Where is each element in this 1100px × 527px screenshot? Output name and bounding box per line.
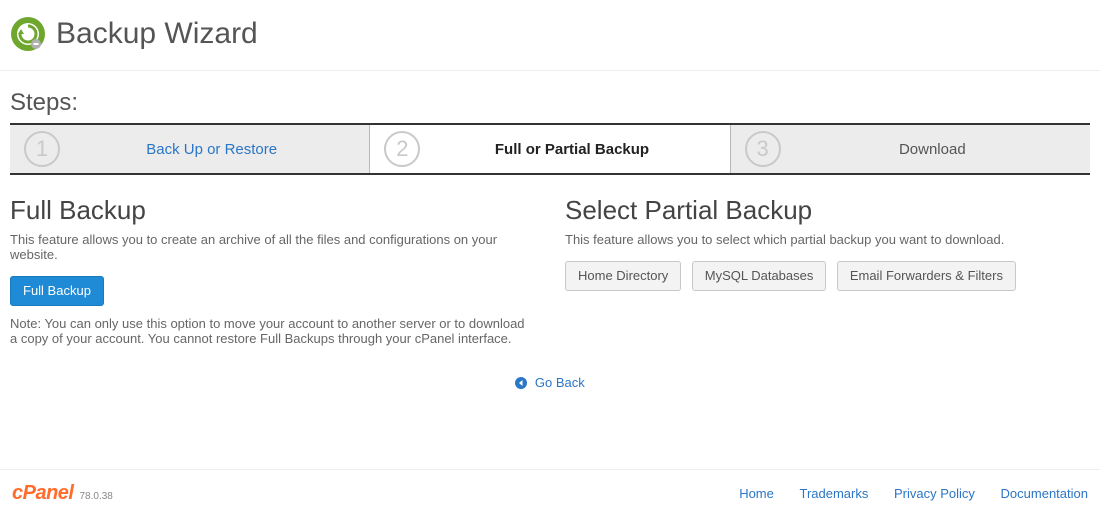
step-label: Back Up or Restore bbox=[68, 141, 355, 158]
step-full-or-partial[interactable]: 2 Full or Partial Backup bbox=[370, 125, 730, 173]
brand-name: cPanel bbox=[12, 482, 73, 505]
mysql-databases-button[interactable]: MySQL Databases bbox=[692, 261, 827, 291]
step-number-2: 2 bbox=[384, 131, 420, 167]
go-back-row: Go Back bbox=[0, 359, 1100, 406]
backup-wizard-icon bbox=[10, 16, 46, 52]
step-backup-or-restore[interactable]: 1 Back Up or Restore bbox=[10, 125, 370, 173]
back-arrow-icon bbox=[515, 375, 535, 390]
go-back-link[interactable]: Go Back bbox=[515, 375, 584, 390]
step-number-3: 3 bbox=[745, 131, 781, 167]
page-title: Backup Wizard bbox=[56, 17, 258, 51]
partial-backup-desc: This feature allows you to select which … bbox=[565, 232, 1090, 247]
step-number-1: 1 bbox=[24, 131, 60, 167]
steps-heading: Steps: bbox=[0, 71, 1100, 123]
partial-backup-title: Select Partial Backup bbox=[565, 195, 1090, 226]
email-forwarders-button[interactable]: Email Forwarders & Filters bbox=[837, 261, 1016, 291]
step-label: Full or Partial Backup bbox=[428, 141, 715, 158]
step-bar: 1 Back Up or Restore 2 Full or Partial B… bbox=[10, 123, 1090, 175]
footer-link-home[interactable]: Home bbox=[739, 486, 774, 501]
step-download[interactable]: 3 Download bbox=[731, 125, 1090, 173]
home-directory-button[interactable]: Home Directory bbox=[565, 261, 681, 291]
brand: cPanel 78.0.38 bbox=[12, 482, 113, 505]
footer-links: Home Trademarks Privacy Policy Documenta… bbox=[717, 486, 1088, 501]
go-back-label: Go Back bbox=[535, 375, 585, 390]
partial-buttons: Home Directory MySQL Databases Email For… bbox=[565, 261, 1090, 291]
partial-backup-section: Select Partial Backup This feature allow… bbox=[565, 195, 1090, 359]
brand-version: 78.0.38 bbox=[79, 491, 112, 502]
full-backup-button[interactable]: Full Backup bbox=[10, 276, 104, 306]
full-backup-title: Full Backup bbox=[10, 195, 535, 226]
full-backup-desc: This feature allows you to create an arc… bbox=[10, 232, 535, 262]
page-header: Backup Wizard bbox=[0, 0, 1100, 71]
footer: cPanel 78.0.38 Home Trademarks Privacy P… bbox=[0, 469, 1100, 527]
step-label: Download bbox=[789, 141, 1076, 158]
footer-link-docs[interactable]: Documentation bbox=[1001, 486, 1088, 501]
footer-link-privacy[interactable]: Privacy Policy bbox=[894, 486, 975, 501]
full-backup-note: Note: You can only use this option to mo… bbox=[10, 316, 530, 346]
full-backup-section: Full Backup This feature allows you to c… bbox=[10, 195, 535, 359]
footer-link-trademarks[interactable]: Trademarks bbox=[800, 486, 869, 501]
main-columns: Full Backup This feature allows you to c… bbox=[0, 175, 1100, 359]
